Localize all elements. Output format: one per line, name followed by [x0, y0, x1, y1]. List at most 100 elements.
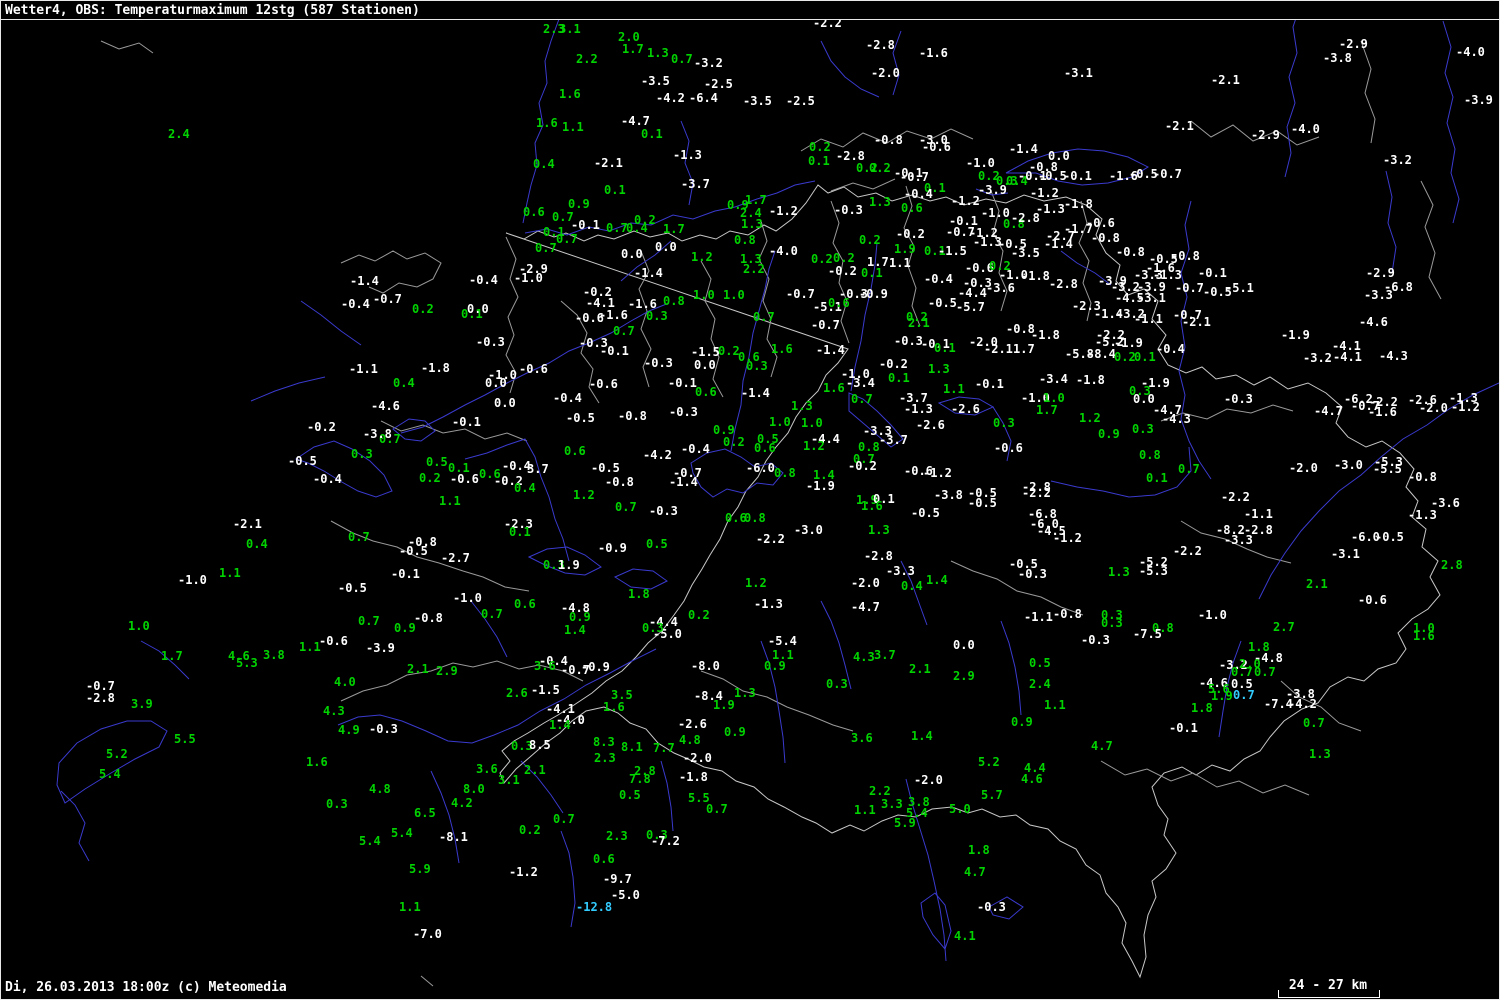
station-value: -1.9	[806, 479, 835, 493]
station-value: 0.3	[993, 416, 1015, 430]
station-value: -3.2	[1303, 351, 1332, 365]
station-value: 0.6	[514, 597, 536, 611]
station-value: -3.9	[366, 641, 395, 655]
station-value: -5.3	[1139, 564, 1168, 578]
station-value: 3.8	[263, 648, 285, 662]
station-value: -1.5	[938, 244, 967, 258]
station-value: 0.0	[485, 376, 507, 390]
station-value: -1.3	[673, 148, 702, 162]
title-bar: Wetter4, OBS: Temperaturmaximum 12stg (5…	[1, 1, 1499, 20]
station-value: 7.8	[629, 772, 651, 786]
station-value: -2.0	[1419, 401, 1448, 415]
station-value: -1.2	[923, 466, 952, 480]
station-value: 0.8	[774, 466, 796, 480]
station-value: 3.9	[131, 697, 153, 711]
station-value: 1.7	[1036, 403, 1058, 417]
station-value: -2.2	[756, 532, 785, 546]
station-value: 2.3	[594, 751, 616, 765]
station-value: 0.2	[718, 344, 740, 358]
station-value: 0.1	[604, 183, 626, 197]
station-value: -1.4	[816, 343, 845, 357]
station-value: -0.8	[1053, 607, 1082, 621]
station-value: 0.7	[706, 802, 728, 816]
station-value: -2.5	[704, 77, 733, 91]
station-value: 0.4	[514, 481, 536, 495]
station-value: 0.2	[419, 471, 441, 485]
station-value: -1.3	[904, 402, 933, 416]
station-value: 5.3	[236, 656, 258, 670]
station-value: -2.8	[86, 691, 115, 705]
station-value: 0.5	[426, 455, 448, 469]
station-value: 3.6	[476, 762, 498, 776]
station-value: -3.4	[1039, 372, 1068, 386]
station-value: -0.5	[928, 296, 957, 310]
station-value: -1.2	[1030, 186, 1059, 200]
station-value: 1.3	[647, 46, 669, 60]
station-value: -1.4	[741, 386, 770, 400]
station-value: 1.6	[559, 87, 581, 101]
station-value: -0.3	[1224, 392, 1253, 406]
station-value: 4.1	[954, 929, 976, 943]
station-value: 0.7	[1233, 688, 1255, 702]
station-value: 4.7	[1091, 739, 1113, 753]
station-value: 1.6	[536, 116, 558, 130]
station-value: -0.8	[414, 611, 443, 625]
station-value: -0.8	[605, 475, 634, 489]
station-value: -0.2	[828, 264, 857, 278]
station-value: -4.7	[621, 114, 650, 128]
station-value: 1.3	[869, 195, 891, 209]
station-value: 2.1	[908, 316, 930, 330]
station-value: -0.6	[519, 362, 548, 376]
station-value: 1.6	[823, 381, 845, 395]
station-value: -0.5	[399, 544, 428, 558]
station-value: -8.0	[691, 659, 720, 673]
station-value: 1.1	[854, 803, 876, 817]
station-value: -3.8	[934, 488, 963, 502]
station-value: 0.3	[1132, 422, 1154, 436]
station-value: -9.7	[603, 872, 632, 886]
station-value: -3.0	[1334, 458, 1363, 472]
station-value: 0.2	[859, 233, 881, 247]
station-value: -3.1	[1331, 547, 1360, 561]
station-value: 1.6	[1413, 629, 1435, 643]
station-value: 5.4	[391, 826, 413, 840]
station-value: 0.0	[1133, 392, 1155, 406]
station-value: -3.3	[886, 564, 915, 578]
station-value: -1.4	[350, 274, 379, 288]
station-value: 1.3	[1108, 565, 1130, 579]
station-value: -3.2	[694, 56, 723, 70]
station-value: 1.0	[693, 288, 715, 302]
station-value: 1.9	[713, 698, 735, 712]
station-value: 2.2	[869, 784, 891, 798]
station-value: 0.4	[246, 537, 268, 551]
station-value: -5.7	[956, 300, 985, 314]
station-value: -1.2	[769, 204, 798, 218]
station-value: -1.3	[1408, 508, 1437, 522]
station-value: -2.0	[871, 66, 900, 80]
station-value: -1.4	[1044, 237, 1073, 251]
station-value: 3.1	[559, 22, 581, 36]
station-value: 0.3	[746, 359, 768, 373]
station-value: -0.4	[469, 273, 498, 287]
station-value: 2.1	[407, 662, 429, 676]
station-value: -1.2	[1053, 531, 1082, 545]
station-value: 0.0	[621, 247, 643, 261]
station-value: -1.1	[1024, 610, 1053, 624]
station-value: 5.7	[981, 788, 1003, 802]
station-value: 1.6	[861, 499, 883, 513]
station-value: -3.5	[1011, 246, 1040, 260]
station-value: -0.6	[319, 634, 348, 648]
station-value: -0.3	[369, 722, 398, 736]
station-value: -0.1	[668, 376, 697, 390]
station-value: 8.1	[621, 740, 643, 754]
station-value: -0.8	[1171, 249, 1200, 263]
station-value: -2.1	[1165, 119, 1194, 133]
station-value: 0.3	[826, 677, 848, 691]
station-value: -0.7	[1153, 167, 1182, 181]
station-value: -0.6	[1086, 216, 1115, 230]
station-value: 5.9	[894, 816, 916, 830]
station-value: 6.5	[414, 806, 436, 820]
station-value: -1.8	[1064, 197, 1093, 211]
station-value: 2.7	[1273, 620, 1295, 634]
station-value: -0.4	[553, 391, 582, 405]
